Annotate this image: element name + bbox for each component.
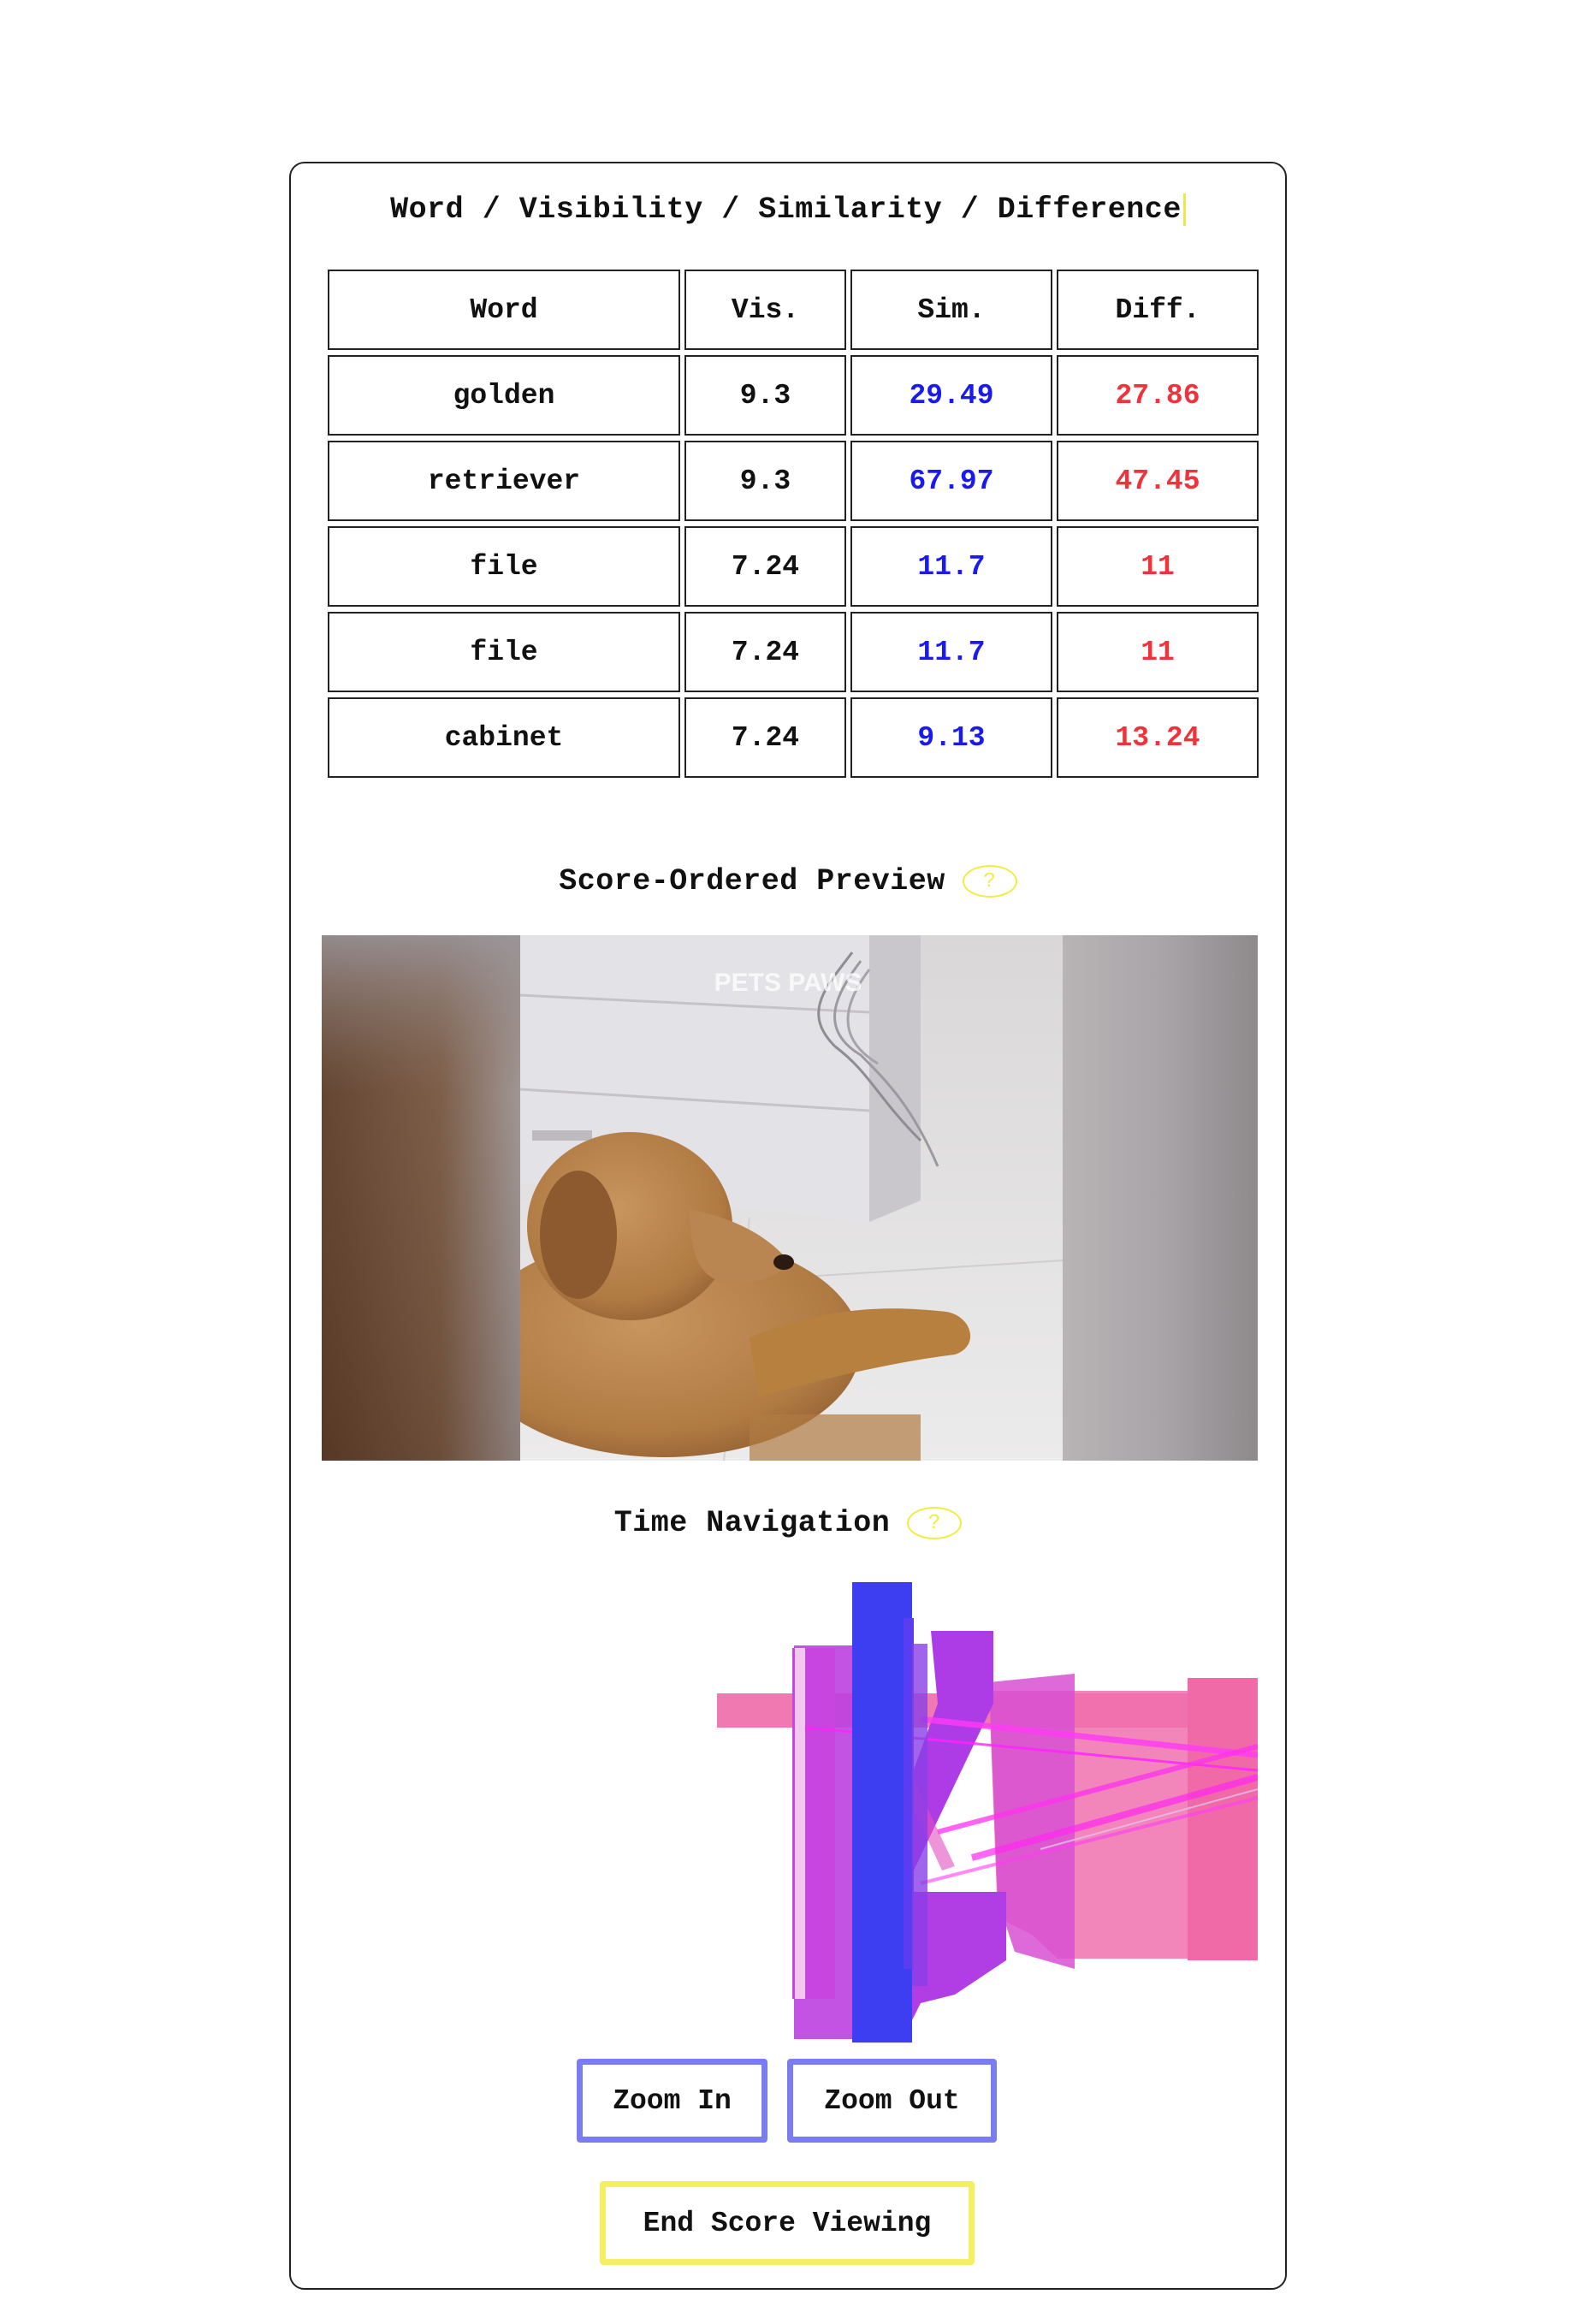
- table-row: cabinet 7.24 9.13 13.24: [328, 697, 1259, 778]
- word-score-table: Word Vis. Sim. Diff. golden 9.3 29.49 27…: [323, 264, 1263, 783]
- text-caret: [1182, 193, 1186, 226]
- preview-help-icon[interactable]: ?: [962, 864, 1017, 898]
- column-header-difference: Diff.: [1057, 270, 1259, 350]
- cell-visibility: 9.3: [684, 441, 846, 521]
- video-preview-frame[interactable]: PETS PAWS: [322, 935, 1258, 1461]
- cell-similarity: 11.7: [850, 612, 1052, 692]
- panel-title-text: Word / Visibility / Similarity / Differe…: [390, 193, 1182, 227]
- cell-word: golden: [328, 355, 680, 436]
- cell-difference: 47.45: [1057, 441, 1259, 521]
- column-header-similarity: Sim.: [850, 270, 1052, 350]
- cell-word: file: [328, 612, 680, 692]
- cell-similarity: 9.13: [850, 697, 1052, 778]
- cell-similarity: 29.49: [850, 355, 1052, 436]
- cell-similarity: 11.7: [850, 526, 1052, 607]
- table-row: file 7.24 11.7 11: [328, 612, 1259, 692]
- cell-difference: 11: [1057, 612, 1259, 692]
- cell-word: file: [328, 526, 680, 607]
- preview-title: Score-Ordered Preview: [559, 864, 945, 898]
- cell-word: retriever: [328, 441, 680, 521]
- cell-visibility: 7.24: [684, 697, 846, 778]
- score-panel: Word / Visibility / Similarity / Differe…: [289, 162, 1287, 2290]
- panel-title: Word / Visibility / Similarity / Differe…: [291, 193, 1285, 227]
- cell-similarity: 67.97: [850, 441, 1052, 521]
- end-score-viewing-button[interactable]: End Score Viewing: [600, 2181, 975, 2265]
- table-row: retriever 9.3 67.97 47.45: [328, 441, 1259, 521]
- timeline-heading: Time Navigation?: [291, 1506, 1285, 1540]
- cell-word: cabinet: [328, 697, 680, 778]
- cell-difference: 13.24: [1057, 697, 1259, 778]
- cell-visibility: 9.3: [684, 355, 846, 436]
- zoom-out-button[interactable]: Zoom Out: [787, 2059, 997, 2143]
- table-row: golden 9.3 29.49 27.86: [328, 355, 1259, 436]
- timeline-help-icon[interactable]: ?: [907, 1506, 963, 1539]
- cell-visibility: 7.24: [684, 526, 846, 607]
- column-header-word: Word: [328, 270, 680, 350]
- time-navigation-view[interactable]: [322, 1575, 1259, 2042]
- preview-heading: Score-Ordered Preview?: [291, 864, 1285, 898]
- dog-video-frame: PETS PAWS: [322, 935, 1258, 1461]
- cell-difference: 11: [1057, 526, 1259, 607]
- video-watermark: PETS PAWS: [714, 969, 862, 997]
- cell-difference: 27.86: [1057, 355, 1259, 436]
- time-navigation-graph: [717, 1582, 1259, 2042]
- timeline-title: Time Navigation: [613, 1506, 891, 1540]
- zoom-in-button[interactable]: Zoom In: [577, 2059, 767, 2143]
- cell-visibility: 7.24: [684, 612, 846, 692]
- table-header-row: Word Vis. Sim. Diff.: [328, 270, 1259, 350]
- column-header-visibility: Vis.: [684, 270, 846, 350]
- table-row: file 7.24 11.7 11: [328, 526, 1259, 607]
